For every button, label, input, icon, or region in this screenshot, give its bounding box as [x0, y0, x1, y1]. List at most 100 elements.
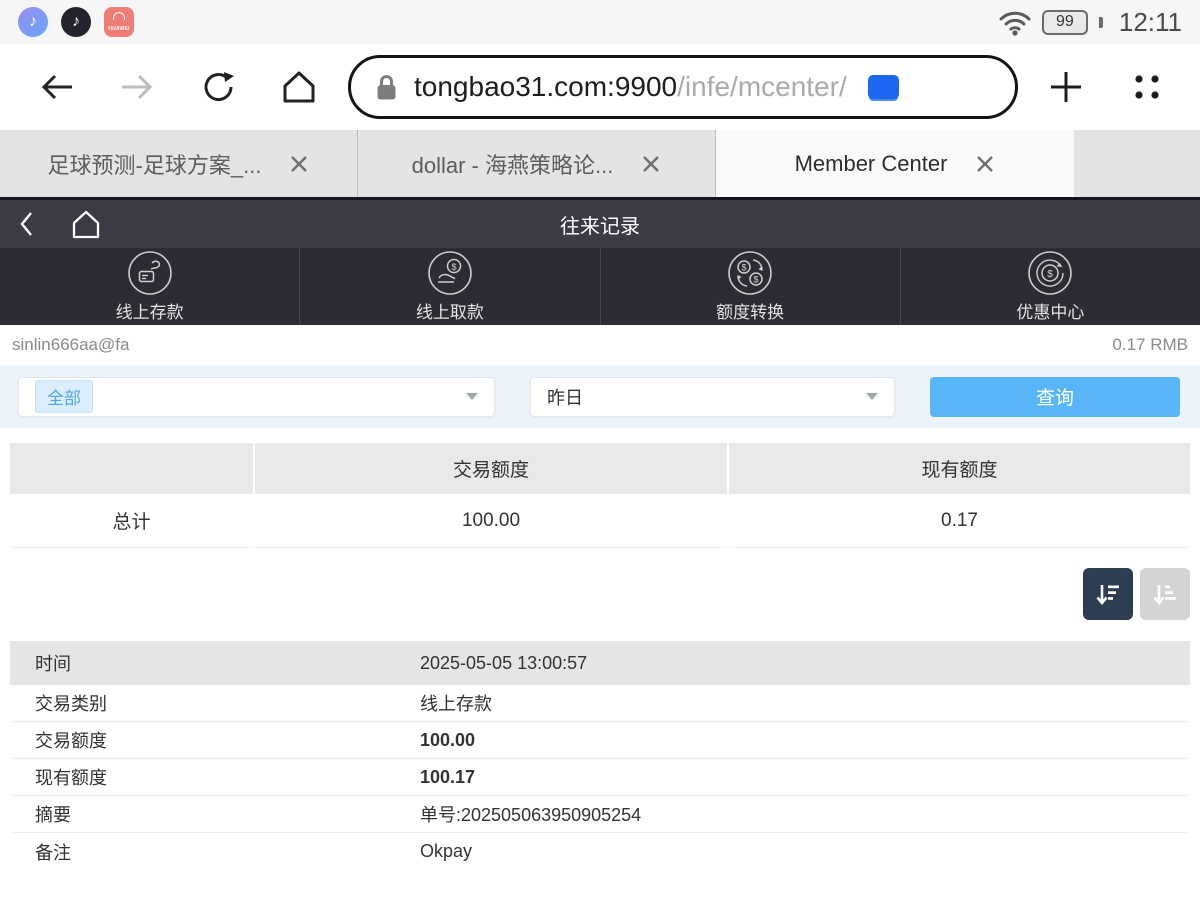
- detail-value: 2025-05-05 13:00:57: [420, 653, 1190, 674]
- sort-ascending-button[interactable]: [1140, 568, 1190, 620]
- music-app-icon: ♪: [18, 7, 48, 37]
- lock-icon[interactable]: [375, 73, 398, 102]
- home-outline-icon: [70, 209, 102, 240]
- total-balance: 0.17: [729, 494, 1190, 548]
- nav-item-quota-transfer[interactable]: $ $ 额度转换: [600, 248, 900, 325]
- nav-item-online-deposit[interactable]: 线上存款: [0, 248, 299, 325]
- tab-football[interactable]: 足球预测-足球方案_...: [0, 130, 358, 197]
- detail-label: 摘要: [10, 801, 420, 827]
- detail-value: 100.00: [420, 730, 1190, 751]
- summary-total-row: 总计 100.00 0.17: [10, 494, 1190, 548]
- desktop-mode-icon[interactable]: [868, 75, 899, 99]
- url-bar[interactable]: tongbao31.com:9900 /infe/mcenter/: [348, 55, 1018, 119]
- filter-bar: 全部 昨日 查询: [0, 365, 1200, 428]
- tab-dollar[interactable]: dollar - 海燕策略论...: [358, 130, 716, 197]
- close-icon[interactable]: [975, 154, 995, 174]
- nav-item-label: 额度转换: [716, 298, 784, 323]
- close-icon[interactable]: [289, 154, 309, 174]
- new-tab-button[interactable]: [1048, 69, 1084, 105]
- tab-title: Member Center: [795, 151, 948, 177]
- wifi-icon: [998, 8, 1032, 37]
- hand-dollar-icon: $: [427, 250, 473, 296]
- music-note-glyph: ♪: [29, 13, 37, 31]
- status-bar: ♪ ♪ HUAWEI 99 12:11: [0, 0, 1200, 44]
- svg-text:$: $: [754, 275, 759, 285]
- username: sinlin666aa@fa: [12, 335, 129, 355]
- chevron-left-icon: [18, 210, 34, 238]
- chevron-down-icon: [866, 393, 878, 400]
- detail-label: 交易额度: [10, 727, 420, 753]
- clock: 12:11: [1119, 7, 1182, 38]
- chevron-down-icon: [466, 393, 478, 400]
- detail-value: 线上存款: [420, 690, 1190, 716]
- nav-item-promo-center[interactable]: $ 优惠中心: [900, 248, 1200, 325]
- sort-descending-button[interactable]: [1083, 568, 1133, 620]
- quick-nav: 线上存款 $ 线上取款 $ $: [0, 248, 1200, 325]
- forward-arrow-icon: [118, 72, 158, 102]
- page-title: 往来记录: [0, 210, 1200, 239]
- balance: 0.17 RMB: [1112, 335, 1188, 355]
- detail-row-balance: 现有额度 100.17: [10, 759, 1190, 796]
- selected-date: 昨日: [547, 384, 583, 410]
- home-button[interactable]: [280, 69, 318, 105]
- appgallery-label: HUAWEI: [108, 26, 129, 32]
- notification-icons: ♪ ♪ HUAWEI: [18, 7, 134, 37]
- back-arrow-icon: [36, 72, 76, 102]
- reload-icon: [200, 68, 238, 106]
- date-range-select[interactable]: 昨日: [530, 377, 895, 417]
- query-button[interactable]: 查询: [930, 377, 1180, 417]
- total-label: 总计: [10, 494, 253, 548]
- detail-value: 100.17: [420, 767, 1190, 788]
- page-home-button[interactable]: [70, 209, 102, 240]
- sort-ascending-icon: [1150, 581, 1180, 607]
- url-path: /infe/mcenter/: [677, 71, 862, 103]
- tiktok-app-icon: ♪: [61, 7, 91, 37]
- close-icon[interactable]: [641, 154, 661, 174]
- forward-button[interactable]: [118, 72, 158, 102]
- page-header: 往来记录: [0, 200, 1200, 248]
- transaction-detail-card: 时间 2025-05-05 13:00:57 交易类别 线上存款 交易额度 10…: [10, 641, 1190, 870]
- tab-bar-filler: [1074, 130, 1200, 197]
- tiktok-note-glyph: ♪: [72, 13, 80, 31]
- battery-icon: 99: [1042, 10, 1088, 35]
- exchange-coins-icon: $ $: [727, 250, 773, 296]
- reload-button[interactable]: [200, 68, 238, 106]
- sort-descending-icon: [1093, 581, 1123, 607]
- nav-item-online-withdraw[interactable]: $ 线上取款: [299, 248, 599, 325]
- home-icon: [280, 69, 318, 105]
- four-dots-menu-icon: [1130, 70, 1164, 104]
- tab-title: dollar - 海燕策略论...: [412, 148, 614, 180]
- back-button[interactable]: [36, 72, 76, 102]
- summary-header-empty: [10, 443, 253, 494]
- detail-label: 时间: [10, 650, 420, 676]
- account-bar: sinlin666aa@fa 0.17 RMB: [0, 325, 1200, 365]
- hand-card-icon: [127, 250, 173, 296]
- nav-item-label: 线上存款: [116, 298, 184, 323]
- status-indicators: 99 12:11: [998, 7, 1182, 38]
- summary-header-transaction: 交易额度: [255, 443, 727, 494]
- summary-table: 交易额度 现有额度 总计 100.00 0.17: [10, 443, 1190, 548]
- summary-header-row: 交易额度 现有额度: [10, 443, 1190, 494]
- sort-toolbar: [10, 568, 1190, 620]
- detail-label: 备注: [10, 839, 420, 865]
- menu-button[interactable]: [1130, 70, 1164, 104]
- svg-text:$: $: [451, 262, 456, 272]
- battery-level: 99: [1056, 13, 1074, 31]
- transaction-type-select[interactable]: 全部: [18, 377, 495, 417]
- url-host: tongbao31.com:9900: [414, 71, 677, 103]
- detail-row-summary: 摘要 单号:202505063950905254: [10, 796, 1190, 833]
- detail-value: Okpay: [420, 841, 1190, 862]
- detail-label: 现有额度: [10, 764, 420, 790]
- summary-header-balance: 现有额度: [729, 443, 1190, 494]
- detail-row-remark: 备注 Okpay: [10, 833, 1190, 870]
- page-back-button[interactable]: [18, 210, 34, 238]
- svg-text:$: $: [742, 263, 747, 273]
- total-transaction: 100.00: [255, 494, 727, 548]
- tab-member-center[interactable]: Member Center: [716, 130, 1074, 197]
- selected-type-tag: 全部: [35, 380, 93, 413]
- tab-title: 足球预测-足球方案_...: [48, 148, 262, 180]
- detail-row-amount: 交易额度 100.00: [10, 722, 1190, 759]
- tab-bar: 足球预测-足球方案_... dollar - 海燕策略论... Member C…: [0, 130, 1200, 197]
- svg-text:$: $: [1048, 269, 1054, 280]
- detail-label: 交易类别: [10, 690, 420, 716]
